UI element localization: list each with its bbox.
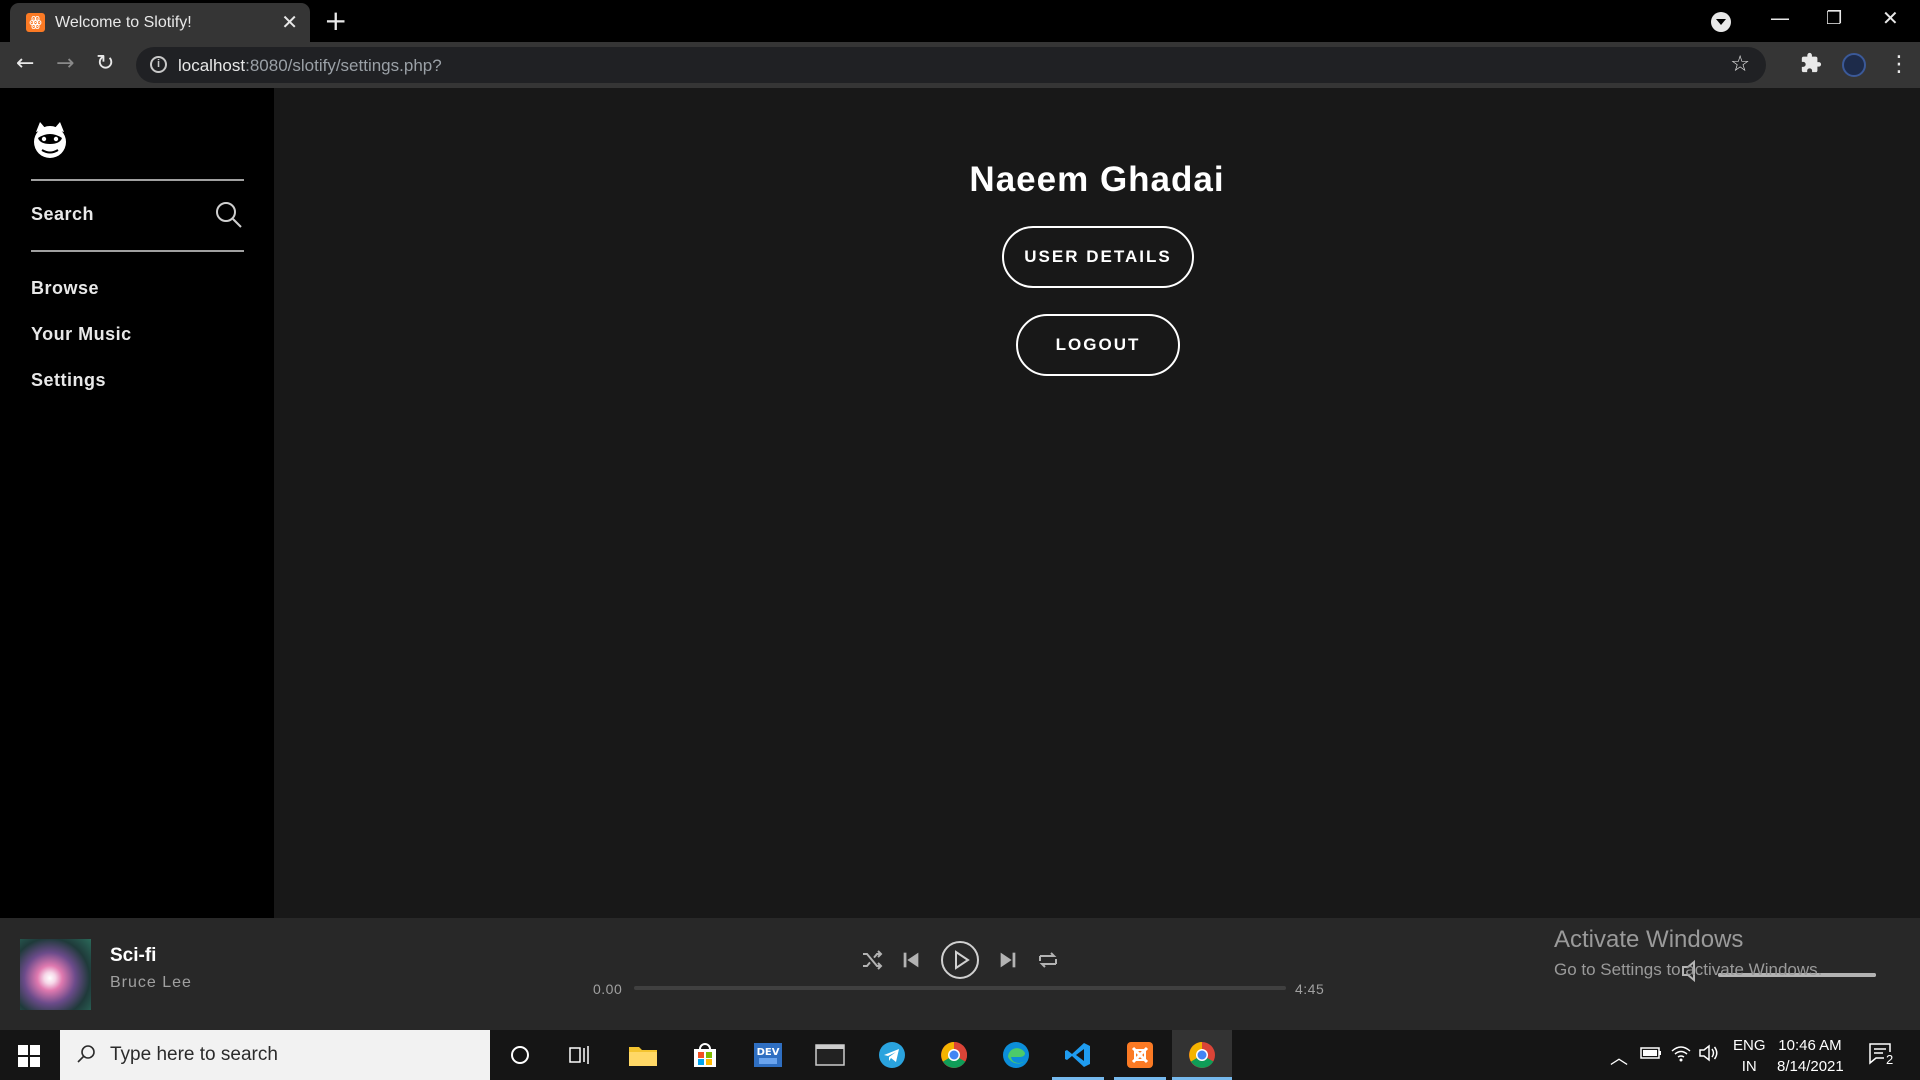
sidebar-item-browse[interactable]: Browse — [31, 278, 99, 299]
site-info-icon[interactable]: i — [150, 56, 167, 73]
battery-icon[interactable] — [1640, 1045, 1662, 1065]
search-icon[interactable] — [214, 200, 244, 230]
vscode-icon[interactable] — [1061, 1039, 1095, 1071]
repeat-icon[interactable] — [1036, 948, 1060, 977]
total-time: 4:45 — [1295, 981, 1325, 997]
address-bar[interactable]: i localhost:8080/slotify/settings.php? ☆ — [136, 47, 1766, 83]
shuffle-icon[interactable] — [860, 948, 884, 977]
notification-count: 2 — [1884, 1052, 1896, 1067]
xampp-favicon-icon: ꙮ — [26, 13, 45, 32]
next-track-icon[interactable] — [997, 949, 1019, 976]
svg-text:DEV: DEV — [757, 1047, 780, 1058]
url-text[interactable]: localhost:8080/slotify/settings.php? — [178, 56, 442, 76]
tab-title: Welcome to Slotify! — [55, 14, 192, 31]
store-icon[interactable] — [688, 1039, 722, 1071]
cortana-icon[interactable] — [503, 1039, 537, 1071]
song-artist[interactable]: Bruce Lee — [110, 974, 192, 992]
wifi-icon[interactable] — [1670, 1044, 1692, 1066]
back-icon[interactable]: ← — [16, 52, 34, 76]
notification-center-icon[interactable]: 2 — [1868, 1042, 1896, 1072]
play-button-icon[interactable] — [940, 940, 980, 985]
chrome-active-icon[interactable] — [1185, 1039, 1219, 1071]
tray-chevron-icon[interactable]: ︿ — [1610, 1044, 1628, 1070]
activate-windows-subtitle: Go to Settings to activate Windows. — [1554, 960, 1823, 979]
file-explorer-icon[interactable] — [626, 1039, 660, 1071]
clock[interactable]: 10:46 AM 8/14/2021 — [1777, 1037, 1844, 1075]
task-view-icon[interactable] — [563, 1039, 597, 1071]
telegram-icon[interactable] — [875, 1039, 909, 1071]
logout-button[interactable]: LOGOUT — [1016, 314, 1180, 376]
windows-taskbar: Type here to search DEV ︿ ENG IN 10:46 A… — [0, 1030, 1920, 1080]
slotify-logo-icon[interactable] — [30, 120, 70, 160]
current-time: 0.00 — [593, 981, 623, 997]
terminal-icon[interactable] — [813, 1039, 847, 1071]
main-content: Naeem Ghadai USER DETAILS LOGOUT — [274, 88, 1920, 918]
reload-icon[interactable]: ↻ — [96, 52, 114, 76]
language-region: IN — [1741, 1058, 1757, 1075]
language-code: ENG — [1733, 1037, 1766, 1054]
profile-avatar[interactable] — [1842, 53, 1866, 77]
restore-icon[interactable]: ❐ — [1826, 8, 1842, 29]
tab-close-icon[interactable]: ✕ — [281, 11, 298, 33]
sidebar-divider-top — [31, 179, 244, 181]
user-name-heading: Naeem Ghadai — [969, 160, 1225, 199]
sidebar-item-settings[interactable]: Settings — [31, 370, 106, 391]
url-host: localhost — [178, 56, 246, 75]
tab-search-icon[interactable] — [1711, 12, 1731, 32]
xampp-icon[interactable] — [1123, 1039, 1157, 1071]
clock-date: 8/14/2021 — [1777, 1058, 1844, 1075]
sidebar-divider-bottom — [31, 250, 244, 252]
browser-tab[interactable]: ꙮ Welcome to Slotify! ✕ — [10, 3, 310, 42]
browser-tabbar: ꙮ Welcome to Slotify! ✕ + — ❐ ✕ — [0, 0, 1920, 42]
sidebar-search-label[interactable]: Search — [31, 204, 94, 225]
chrome-icon[interactable] — [937, 1039, 971, 1071]
minimize-icon[interactable]: — — [1770, 6, 1790, 30]
song-title[interactable]: Sci-fi — [110, 945, 156, 967]
sidebar: Search Browse Your Music Settings — [0, 88, 274, 918]
sidebar-item-your-music[interactable]: Your Music — [31, 324, 132, 345]
windows-start-icon[interactable] — [18, 1045, 40, 1067]
url-path: :8080/slotify/settings.php? — [245, 56, 442, 75]
activate-windows-title: Activate Windows — [1554, 926, 1744, 953]
taskbar-search-placeholder[interactable]: Type here to search — [110, 1044, 278, 1066]
clock-time: 10:46 AM — [1778, 1037, 1842, 1054]
progress-bar[interactable] — [634, 986, 1286, 990]
album-artwork[interactable] — [20, 939, 91, 1010]
previous-track-icon[interactable] — [900, 949, 922, 976]
speaker-icon[interactable] — [1698, 1044, 1720, 1066]
bookmark-star-icon[interactable]: ☆ — [1730, 52, 1750, 77]
language-indicator[interactable]: ENG IN — [1733, 1037, 1766, 1075]
magnifier-icon — [76, 1044, 96, 1064]
forward-icon[interactable]: → — [56, 52, 74, 76]
taskbar-search-box[interactable]: Type here to search — [60, 1030, 490, 1080]
edge-icon[interactable] — [999, 1039, 1033, 1071]
browser-toolbar: ← → ↻ i localhost:8080/slotify/settings.… — [0, 42, 1920, 88]
kebab-menu-icon[interactable]: ⋮ — [1888, 52, 1910, 77]
dev-icon[interactable]: DEV — [751, 1039, 785, 1071]
new-tab-icon[interactable]: + — [324, 6, 347, 36]
window-close-icon[interactable]: ✕ — [1882, 6, 1899, 30]
extensions-puzzle-icon[interactable] — [1800, 52, 1822, 80]
user-details-button[interactable]: USER DETAILS — [1002, 226, 1194, 288]
